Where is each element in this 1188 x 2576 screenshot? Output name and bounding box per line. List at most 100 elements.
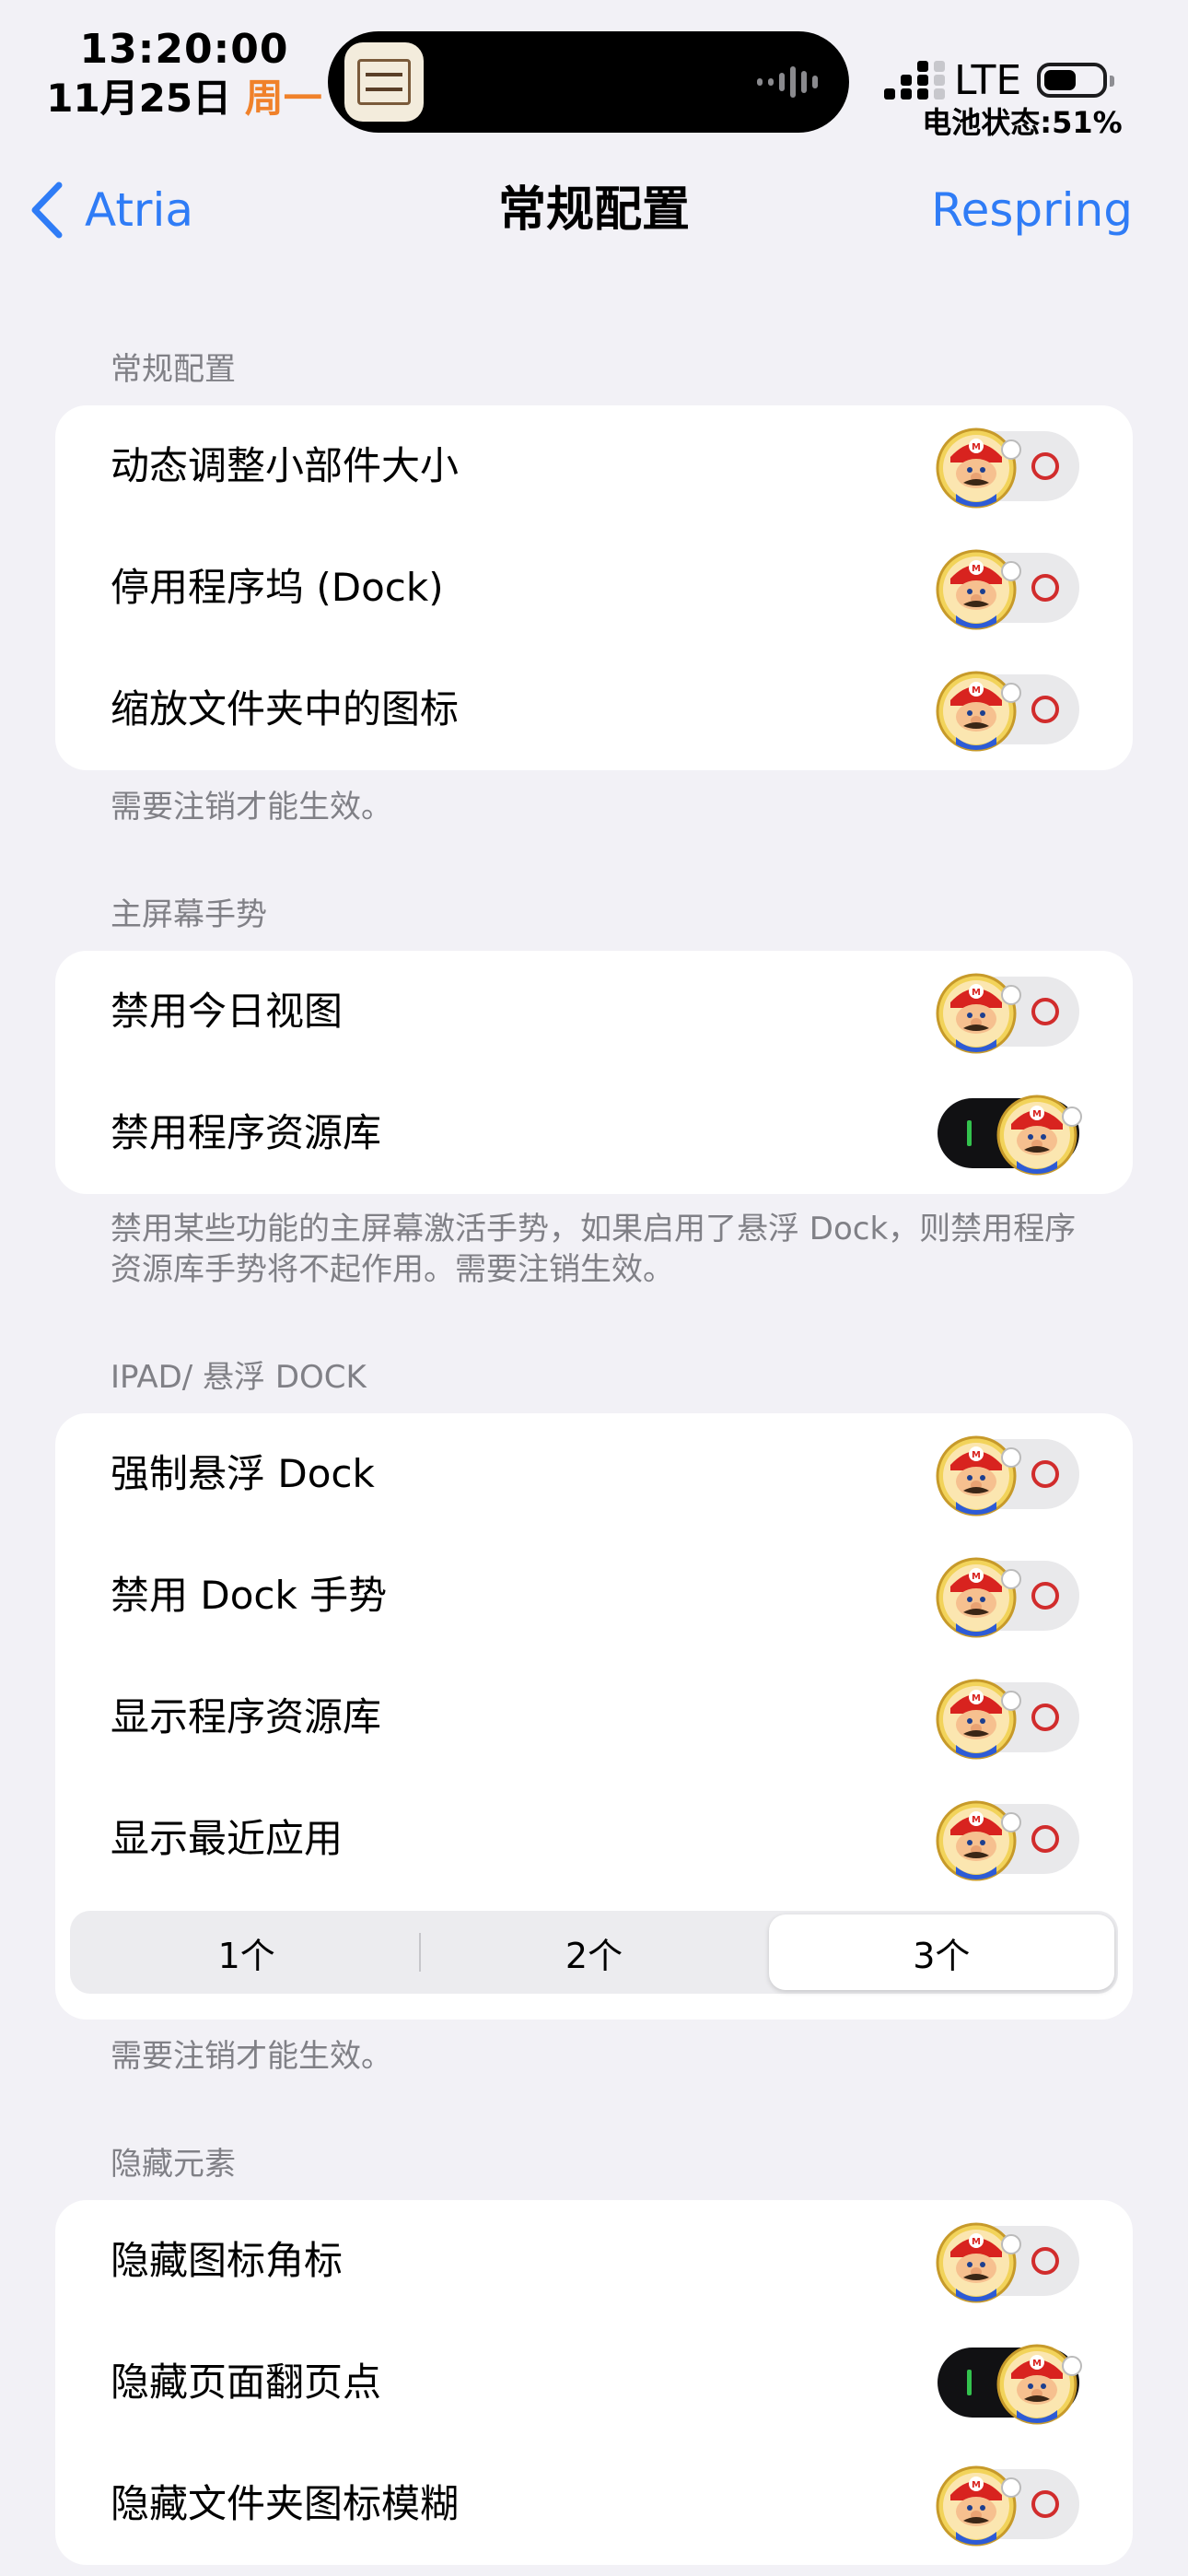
toggle-off-indicator-icon <box>1031 2247 1059 2275</box>
svg-text:M: M <box>972 2237 981 2247</box>
settings-row[interactable]: 动态调整小部件大小 M <box>55 405 1133 527</box>
toggle-off-indicator-icon <box>1031 696 1059 723</box>
settings-row[interactable]: 禁用程序资源库 M <box>55 1072 1133 1194</box>
mario-knob-icon: M <box>934 1551 1022 1640</box>
toggle-off-indicator-icon <box>1031 1704 1059 1731</box>
settings-group-hide-elements: 隐藏图标角标 M 隐藏页面翻页点 M 隐藏文件夹图标模糊 M <box>55 2200 1133 2565</box>
settings-row[interactable]: 强制悬浮 Dock M <box>55 1413 1133 1535</box>
toggle-switch[interactable]: M <box>936 2465 1079 2547</box>
recent-apps-count-segmented-control[interactable]: 1个 2个 3个 <box>70 1911 1118 1994</box>
mario-knob-icon: M <box>934 544 1022 632</box>
toggle-switch[interactable]: M <box>938 1095 1082 1176</box>
settings-row[interactable]: 缩放文件夹中的图标 M <box>55 649 1133 770</box>
svg-text:M: M <box>972 1450 981 1460</box>
svg-text:M: M <box>972 1815 981 1825</box>
status-weekday: 周一 <box>244 76 322 121</box>
toggle-switch[interactable]: M <box>936 1435 1079 1516</box>
toggle-switch[interactable]: M <box>936 427 1079 509</box>
setting-label: 隐藏文件夹图标模糊 <box>111 2481 460 2526</box>
toggle-off-indicator-icon <box>1031 998 1059 1025</box>
segment-option[interactable]: 2个 <box>421 1914 766 1990</box>
svg-text:M: M <box>972 988 981 998</box>
toggle-off-indicator-icon <box>1031 1460 1059 1488</box>
toggle-switch[interactable]: M <box>936 1679 1079 1760</box>
audio-waveform-icon <box>757 64 818 100</box>
toggle-switch[interactable]: M <box>936 973 1079 1054</box>
mario-knob-icon: M <box>934 665 1022 754</box>
section-header-general: 常规配置 <box>111 351 236 388</box>
mario-knob-icon: M <box>934 2460 1022 2548</box>
toggle-off-indicator-icon <box>1031 574 1059 602</box>
setting-label: 禁用 Dock 手势 <box>111 1573 388 1618</box>
respring-button[interactable]: Respring <box>931 177 1133 243</box>
settings-row[interactable]: 禁用今日视图 M <box>55 951 1133 1072</box>
section-footer: 禁用某些功能的主屏幕激活手势，如果启用了悬浮 Dock，则禁用程序资源库手势将不… <box>111 1211 1077 1288</box>
setting-label: 显示最近应用 <box>111 1816 344 1861</box>
back-button[interactable]: Atria <box>28 177 193 243</box>
dynamic-island[interactable] <box>328 31 849 133</box>
settings-row[interactable]: 禁用 Dock 手势 M <box>55 1535 1133 1657</box>
toggle-switch[interactable]: M <box>936 1557 1079 1638</box>
setting-label: 显示程序资源库 <box>111 1694 382 1739</box>
battery-status-text: 电池状态:51% <box>922 105 1123 140</box>
settings-row[interactable]: 显示程序资源库 M <box>55 1657 1133 1778</box>
mario-knob-icon: M <box>934 2217 1022 2305</box>
status-date: 11月25日 周一 <box>46 74 322 123</box>
toggle-off-indicator-icon <box>1031 2490 1059 2518</box>
settings-row[interactable]: 隐藏页面翻页点 M <box>55 2322 1133 2443</box>
mario-knob-icon: M <box>934 1673 1022 1762</box>
now-playing-artwork <box>344 42 424 122</box>
settings-group-gestures: 禁用今日视图 M 禁用程序资源库 M <box>55 951 1133 1194</box>
battery-icon <box>1037 63 1114 98</box>
status-time: 13:20:00 <box>79 26 289 73</box>
svg-text:M: M <box>972 2480 981 2490</box>
mario-knob-icon: M <box>934 967 1022 1056</box>
setting-label: 停用程序坞 (Dock) <box>111 565 444 610</box>
page-title: 常规配置 <box>497 182 690 238</box>
svg-text:M: M <box>972 1572 981 1582</box>
mario-knob-icon: M <box>995 2338 1083 2427</box>
toggle-off-indicator-icon <box>1031 1582 1059 1610</box>
settings-group-general: 动态调整小部件大小 M 停用程序坞 (Dock) M 缩放文件夹中的图标 M <box>55 405 1133 770</box>
toggle-switch[interactable]: M <box>938 2344 1082 2425</box>
setting-label: 动态调整小部件大小 <box>111 443 460 488</box>
section-header-gestures: 主屏幕手势 <box>111 896 267 933</box>
settings-row[interactable]: 显示最近应用 M <box>55 1778 1133 1900</box>
toggle-off-indicator-icon <box>1031 1825 1059 1853</box>
segment-option[interactable]: 3个 <box>768 1914 1114 1990</box>
segment-option[interactable]: 1个 <box>74 1914 419 1990</box>
chevron-left-icon <box>31 181 63 239</box>
svg-text:M: M <box>1032 2359 1042 2369</box>
svg-text:M: M <box>972 564 981 574</box>
setting-label: 隐藏图标角标 <box>111 2238 344 2283</box>
svg-text:M: M <box>972 1693 981 1704</box>
settings-row[interactable]: 隐藏文件夹图标模糊 M <box>55 2443 1133 2565</box>
svg-text:M: M <box>972 685 981 696</box>
toggle-on-indicator-icon <box>967 2370 972 2395</box>
settings-row[interactable]: 隐藏图标角标 M <box>55 2200 1133 2322</box>
mario-knob-icon: M <box>934 1795 1022 1883</box>
toggle-switch[interactable]: M <box>936 549 1079 630</box>
settings-group-dock: 强制悬浮 Dock M 禁用 Dock 手势 M 显示程序资源库 M 显示最近应… <box>55 1413 1133 2020</box>
section-footer: 需要注销才能生效。 <box>111 789 392 825</box>
toggle-switch[interactable]: M <box>936 671 1079 752</box>
network-type: LTE <box>954 57 1022 104</box>
setting-label: 禁用今日视图 <box>111 989 344 1034</box>
section-header-dock: IPAD/ 悬浮 DOCK <box>111 1359 367 1396</box>
settings-page: 13:20:00 11月25日 周一 LTE 电池状态:51% Atria 常规… <box>0 0 1188 2576</box>
svg-text:M: M <box>972 442 981 452</box>
setting-label: 隐藏页面翻页点 <box>111 2359 382 2405</box>
mario-knob-icon: M <box>934 422 1022 510</box>
back-button-label: Atria <box>85 183 194 237</box>
mario-knob-icon: M <box>934 1430 1022 1518</box>
settings-row[interactable]: 停用程序坞 (Dock) M <box>55 527 1133 649</box>
setting-label: 缩放文件夹中的图标 <box>111 686 460 732</box>
setting-label: 禁用程序资源库 <box>111 1110 382 1155</box>
section-header-hide-elements: 隐藏元素 <box>111 2146 236 2183</box>
toggle-on-indicator-icon <box>967 1120 972 1146</box>
toggle-off-indicator-icon <box>1031 452 1059 480</box>
toggle-switch[interactable]: M <box>936 2222 1079 2303</box>
svg-text:M: M <box>1032 1109 1042 1119</box>
toggle-switch[interactable]: M <box>936 1800 1079 1881</box>
status-date-day: 11月25日 <box>46 76 232 121</box>
